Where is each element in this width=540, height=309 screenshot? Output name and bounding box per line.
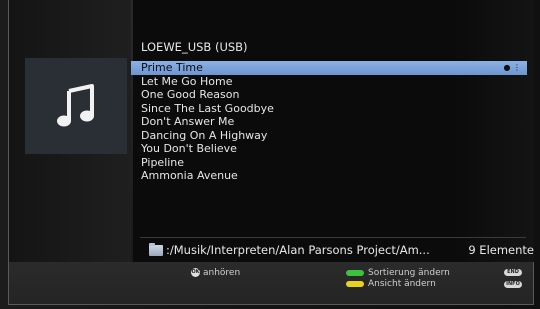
info-key-icon[interactable]: INFO [504,281,522,288]
list-item-label: Don't Answer Me [141,115,235,128]
end-key-icon[interactable]: END [504,269,522,276]
footer-hints: OK anhören Sortierung ändern Ansicht ände… [9,262,533,304]
list-item[interactable]: You Don't Believe [131,142,527,156]
green-key-hint[interactable]: Sortierung ändern [346,268,450,278]
selected-row-badges: ● ⋮ [503,61,521,75]
yellow-key-hint[interactable]: Ansicht ändern [346,279,436,289]
list-item-label: Dancing On A Highway [141,128,268,142]
yellow-key-label: Ansicht ändern [368,279,436,289]
list-item[interactable]: Ammonia Avenue [131,169,527,183]
list-item-label: Let Me Go Home [141,74,233,88]
track-list[interactable]: Prime Time ● ⋮ Let Me Go Home One Good R… [131,61,527,183]
green-key-label: Sortierung ändern [368,268,450,278]
yellow-key-icon [346,280,364,287]
album-art [25,58,127,154]
list-item-label: Pipeline [141,155,185,169]
tv-screen: LOEWE_USB (USB) Prime Time ● ⋮ Let Me Go… [0,0,540,309]
list-item-label: You Don't Believe [141,142,237,155]
ok-button-icon: OK [191,268,200,277]
list-item[interactable]: Let Me Go Home [131,75,527,89]
item-count: 9 Elemente [468,243,534,257]
path-bar: :/Musik/Interpreten/Alan Parsons Project… [133,241,534,261]
source-title: LOEWE_USB (USB) [141,40,248,54]
list-item[interactable]: Pipeline [131,156,527,170]
music-note-icon [57,84,94,127]
list-item[interactable]: Since The Last Goodbye [131,102,527,116]
nav-arrows-icon: ⋮ [513,63,521,72]
ok-hint-label: anhören [203,268,241,278]
divider [140,237,526,238]
list-item-label: Since The Last Goodbye [141,101,274,115]
list-item[interactable]: Don't Answer Me [131,115,527,129]
current-path: :/Musik/Interpreten/Alan Parsons Project… [166,243,430,257]
list-item[interactable]: One Good Reason [131,88,527,102]
green-key-icon [346,269,364,276]
list-item[interactable]: Prime Time ● ⋮ [131,61,527,75]
ok-icon: ● [503,63,511,72]
list-item-label: One Good Reason [141,88,240,101]
ok-hint[interactable]: OK anhören [191,268,240,278]
list-item-label: Prime Time [141,61,203,74]
folder-icon [149,243,163,256]
list-item-label: Ammonia Avenue [141,169,238,182]
list-item[interactable]: Dancing On A Highway [131,129,527,143]
